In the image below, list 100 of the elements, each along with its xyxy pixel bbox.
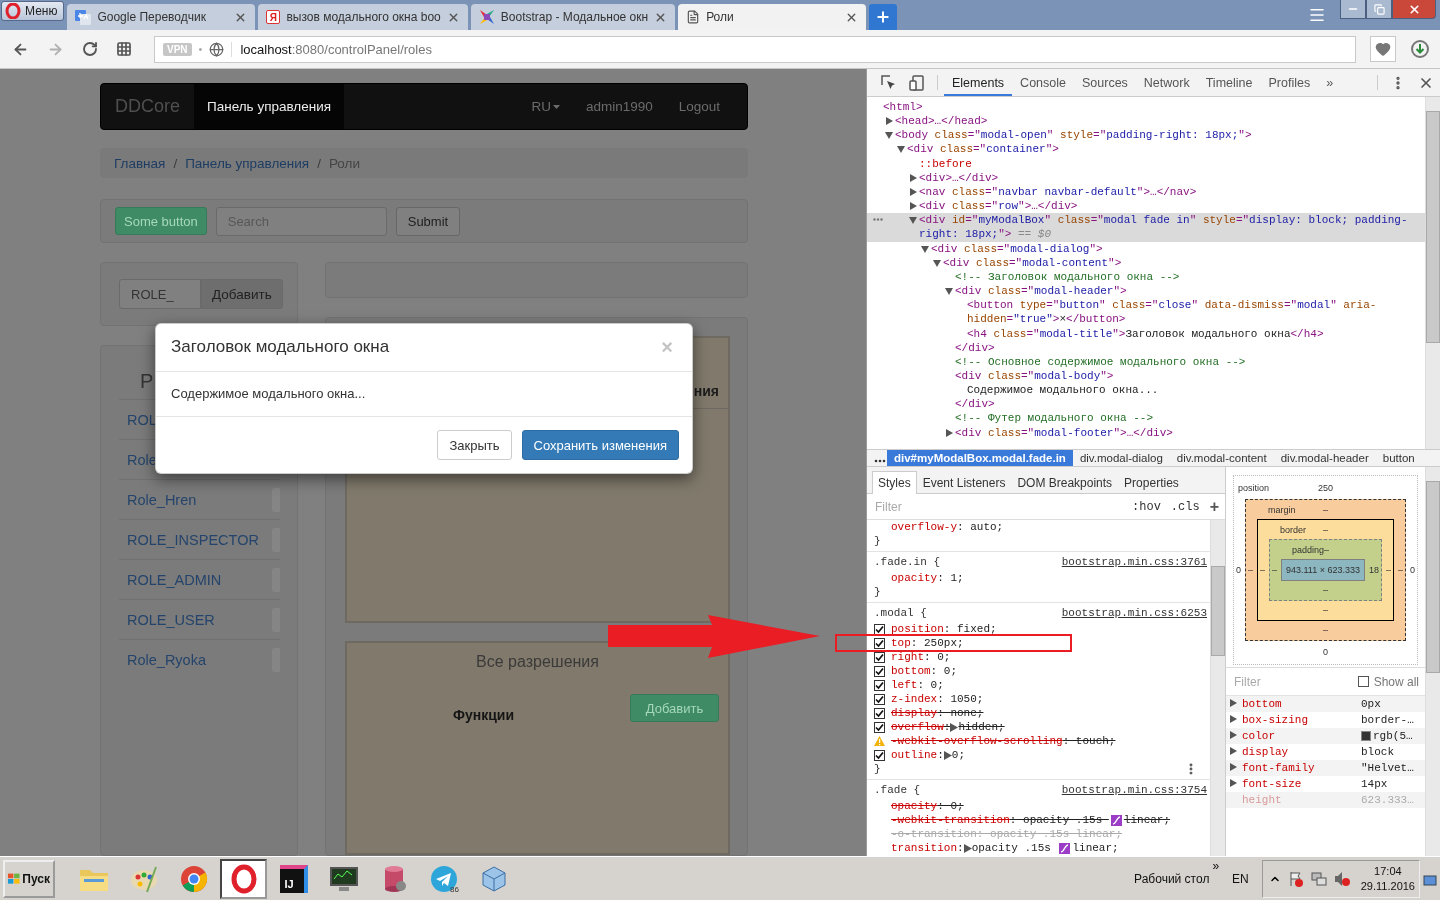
property-name[interactable]: display — [891, 706, 938, 720]
property-value[interactable]: opacity .15s — [971, 841, 1058, 855]
new-tab-button[interactable] — [869, 4, 898, 30]
toggle-icon[interactable] — [909, 216, 917, 225]
property-name[interactable]: z-index — [891, 692, 938, 706]
dom-row[interactable]: <!-- Заголовок модального окна --> — [867, 269, 1425, 285]
toggle-icon[interactable] — [921, 244, 929, 253]
devtools-tab[interactable]: Console — [1012, 69, 1074, 96]
dom-row[interactable]: <body class="modal-open" style="padding-right: 18px;"> — [867, 128, 1425, 143]
checkbox[interactable] — [874, 637, 885, 649]
toggle-icon[interactable] — [945, 287, 953, 296]
property-value[interactable]: : 250px; — [910, 636, 964, 650]
property-name[interactable]: bottom — [891, 664, 931, 678]
download-icon[interactable] — [1410, 39, 1430, 59]
property-name[interactable]: opacity — [891, 571, 938, 585]
submit-button[interactable]: Submit — [395, 206, 461, 236]
dom-row[interactable]: <h4 class="modal-title">Заголовок модального окна</h4> — [867, 326, 1425, 341]
breadcrumb-item[interactable]: div#myModalBox.modal.fade.in — [887, 450, 1073, 466]
dom-row[interactable]: <div class="modal-dialog"> — [867, 241, 1425, 256]
property-value[interactable]: linear; — [1123, 813, 1171, 827]
breadcrumb-item[interactable]: div.modal-dialog — [1072, 450, 1170, 466]
class-button[interactable]: .cls — [1170, 499, 1200, 514]
devtools-tab[interactable]: Elements — [944, 69, 1013, 96]
expand-icon[interactable] — [943, 750, 952, 760]
taskbar-button[interactable] — [220, 858, 267, 899]
dom-row[interactable]: <html> — [867, 100, 1425, 115]
network-icon[interactable] — [1310, 870, 1327, 887]
bookmark-button[interactable] — [1370, 36, 1396, 62]
dom-row[interactable]: <div class="modal-header"> — [867, 284, 1425, 299]
property-name[interactable]: right — [891, 650, 924, 664]
devtools-tab[interactable]: Timeline — [1197, 69, 1261, 96]
property-name[interactable]: overflow-y — [891, 520, 957, 534]
source-link[interactable]: bootstrap.min.css:3761 — [1061, 554, 1207, 570]
dom-row[interactable]: <div class="container"> — [867, 142, 1425, 157]
property-value[interactable]: : 0; — [924, 650, 951, 664]
restore-button[interactable] — [1366, 0, 1392, 19]
dom-row[interactable]: <head>…</head> — [867, 114, 1425, 129]
toggle-icon[interactable] — [909, 202, 917, 211]
property-name[interactable]: -webkit-overflow-scrolling — [891, 734, 1063, 748]
styles-tab[interactable]: Event Listeners — [916, 471, 1012, 494]
nav-link[interactable]: Панель управления — [194, 84, 345, 129]
devtools-tab[interactable]: Network — [1135, 69, 1198, 96]
checkbox[interactable] — [874, 749, 885, 761]
address-field[interactable]: VPN • localhost:8080/controlPanel/roles — [154, 35, 1356, 63]
dom-row[interactable]: <!-- Футер модального окна --> — [867, 411, 1425, 426]
property-name[interactable]: top — [891, 636, 911, 650]
browser-tab[interactable]: Google Переводчик — [67, 4, 256, 30]
property-name[interactable]: transition — [891, 841, 957, 855]
toolbar-expand-button[interactable]: » — [1212, 859, 1220, 873]
property-value[interactable]: : 1; — [937, 571, 964, 585]
user-link[interactable]: admin1990 — [572, 84, 666, 129]
curve-icon[interactable] — [1059, 842, 1071, 854]
property-value[interactable]: : 1050; — [937, 692, 984, 706]
checkbox[interactable] — [874, 721, 885, 733]
toggle-icon[interactable] — [897, 145, 905, 154]
property-name[interactable]: opacity — [891, 799, 938, 813]
dom-row[interactable]: <div class="row">…</div> — [867, 199, 1425, 214]
cancel-button[interactable]: Закрыть — [437, 430, 512, 460]
filter-field[interactable]: Filter — [873, 498, 1123, 515]
property-value[interactable]: : 0; — [937, 799, 964, 813]
save-button[interactable]: Сохранить изменения — [521, 430, 679, 460]
property-value[interactable]: : — [937, 748, 944, 762]
reload-button[interactable] — [80, 39, 100, 59]
browser-tab[interactable]: Bootstrap - Модальное окн — [470, 4, 676, 30]
minimize-button[interactable] — [1340, 0, 1366, 19]
dom-row[interactable]: <div class="modal-footer">…</div> — [867, 425, 1425, 440]
scrollbar[interactable] — [1425, 97, 1440, 449]
flag-warning-icon[interactable] — [1287, 870, 1304, 887]
source-link[interactable]: bootstrap.min.css:3754 — [1061, 782, 1207, 798]
close-button[interactable] — [1392, 0, 1436, 19]
hover-state-button[interactable]: :hov — [1132, 499, 1161, 514]
property-value[interactable]: : none; — [937, 706, 984, 720]
toggle-icon[interactable] — [885, 131, 893, 140]
property-name[interactable]: outline — [891, 748, 938, 762]
checkbox[interactable] — [874, 651, 885, 663]
property-value[interactable]: : — [957, 841, 964, 855]
property-name[interactable]: overflow — [891, 720, 944, 734]
toggle-icon[interactable] — [933, 258, 941, 267]
styles-tab[interactable]: Styles — [872, 471, 917, 494]
property-value[interactable]: hidden; — [958, 720, 1005, 734]
property-value[interactable]: : — [943, 720, 951, 734]
dom-row[interactable]: Содержимое модального окна... — [867, 383, 1425, 398]
filter-field[interactable]: Filter — [1232, 673, 1352, 690]
dom-row[interactable]: <div class="modal-content"> — [867, 255, 1425, 270]
browser-tab[interactable]: Роли — [678, 4, 867, 30]
expand-icon[interactable] — [950, 722, 959, 732]
speed-dial-button[interactable] — [114, 39, 134, 59]
property-name[interactable]: position — [891, 622, 944, 636]
curve-icon[interactable] — [1110, 814, 1122, 826]
expand-icon[interactable] — [963, 843, 972, 853]
toggle-icon[interactable] — [945, 428, 953, 437]
taskbar-button[interactable]: 86 — [420, 858, 467, 899]
start-button[interactable]: Пуск — [3, 859, 55, 898]
devtools-tab[interactable]: Sources — [1074, 69, 1136, 96]
property-value[interactable]: : opacity .15s — [1009, 813, 1109, 827]
property-value[interactable]: : fixed; — [943, 622, 997, 636]
property-value[interactable]: 0; — [951, 748, 966, 762]
desktop-toolbar-label[interactable]: Рабочий стол — [1134, 871, 1210, 886]
styles-tab[interactable]: Properties — [1118, 471, 1185, 494]
property-name[interactable]: -webkit-transition — [891, 813, 1010, 827]
